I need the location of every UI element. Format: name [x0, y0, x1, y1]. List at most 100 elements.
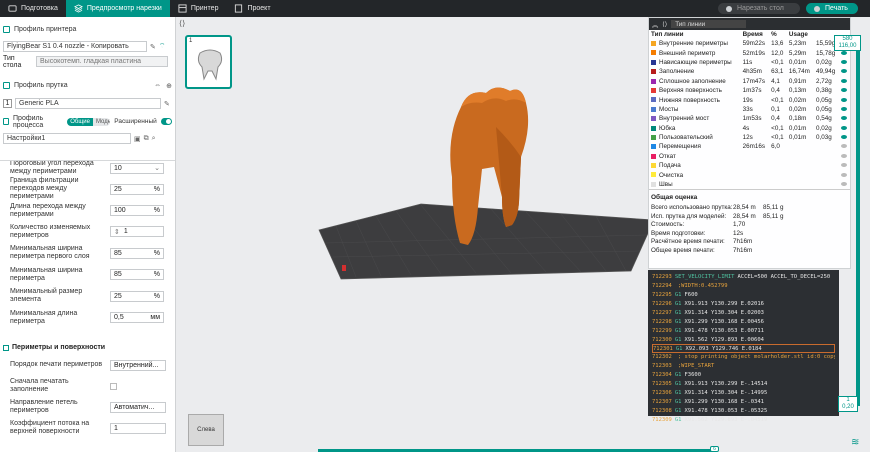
tab-preview[interactable]: Предпросмотр нарезки: [65, 0, 170, 17]
view-type-select[interactable]: Тип линии: [671, 20, 747, 28]
layer-bottom-label[interactable]: 1 0,20: [838, 396, 858, 412]
visibility-eye-icon[interactable]: [841, 69, 848, 74]
line-type-time: [741, 161, 770, 170]
top-flow-input[interactable]: 1: [110, 422, 166, 434]
visibility-eye-icon[interactable]: [841, 182, 848, 187]
line-type-row[interactable]: Очистка: [649, 170, 850, 179]
line-type-row[interactable]: Пользовательский 12s <0,1 0,01m 0,03g: [649, 133, 850, 142]
view-cube[interactable]: Слева: [188, 414, 224, 446]
visibility-eye-icon[interactable]: [841, 50, 848, 55]
slice-plate-button[interactable]: Нарезать стол: [718, 3, 800, 14]
line-type-row[interactable]: Швы: [649, 180, 850, 189]
visibility-eye-icon[interactable]: [841, 172, 848, 177]
wall-direction-select[interactable]: Автоматич...: [110, 401, 166, 413]
scope-objects[interactable]: Модели: [92, 117, 111, 126]
advanced-toggle[interactable]: [160, 118, 172, 125]
summary-row: Исп. прутка для моделей: 28,54 m 85,11 g: [649, 212, 850, 221]
param-stepper[interactable]: ⇕ 1: [110, 226, 164, 237]
stepper-icon[interactable]: ⇕: [114, 228, 120, 236]
gcode-line-number: 712299: [652, 327, 672, 334]
summary-value: 12s: [733, 229, 744, 237]
scope-general[interactable]: Общие: [67, 117, 93, 126]
param-input[interactable]: 10 ⌄: [110, 162, 164, 174]
tab-prepare[interactable]: Подготовка: [0, 0, 66, 17]
line-type-row[interactable]: Заполнение 4h35m 63,1 16,74m 49,94g: [649, 67, 850, 76]
line-type-row[interactable]: Откат: [649, 152, 850, 161]
param-input[interactable]: 0,5 мм: [110, 312, 164, 323]
visibility-eye-icon[interactable]: [841, 78, 848, 83]
color-swatch: [651, 116, 656, 122]
gcode-line: 712295 G1 F600: [652, 291, 835, 300]
line-type-name: Нависающие периметры: [649, 58, 741, 67]
line-type-row[interactable]: Юбка 4s <0,1 0,01m 0,02g: [649, 124, 850, 133]
visibility-eye-icon[interactable]: [841, 153, 848, 158]
line-type-row[interactable]: Перемещения 26m16s 6,0: [649, 142, 850, 151]
advanced-label: Расширенный: [114, 118, 157, 125]
visibility-eye-icon[interactable]: [841, 144, 848, 149]
visibility-eye-icon[interactable]: [841, 97, 848, 102]
param-input[interactable]: 85%: [110, 269, 164, 280]
filament-settings-icon[interactable]: ⇔: [154, 82, 161, 90]
move-slider-thumb[interactable]: 6: [710, 446, 719, 452]
preview-icon: [73, 4, 83, 13]
gcode-args: X91.562 Y129.893 E-.04519: [684, 416, 768, 423]
save-preset-icon[interactable]: ▣: [134, 135, 141, 143]
param-input[interactable]: 85%: [110, 247, 164, 259]
gcode-line-number: 712297: [652, 310, 672, 316]
bed-type-select[interactable]: Высокотемп. гладкая пластина: [36, 56, 168, 67]
line-type-weight: [814, 170, 839, 179]
visibility-eye-icon[interactable]: [841, 163, 848, 168]
line-type-row[interactable]: Нависающие периметры 11s <0,1 0,01m 0,02g: [649, 58, 850, 67]
printer-select[interactable]: FlyingBear S1 0.4 nozzle - Копировать: [3, 41, 147, 52]
layer-top-label[interactable]: 580 116,00: [834, 35, 861, 51]
visibility-eye-icon[interactable]: [841, 125, 848, 130]
add-filament-icon[interactable]: ⊕: [166, 82, 172, 90]
param-unit: %: [153, 207, 160, 214]
tab-preview-label: Предпросмотр нарезки: [86, 5, 162, 12]
wall-order-select[interactable]: Внутренний...: [110, 359, 166, 371]
layer-slider[interactable]: [856, 49, 860, 406]
visibility-eye-icon[interactable]: [841, 116, 848, 121]
perimeters-section-header: Периметры и поверхности: [0, 341, 175, 354]
visibility-eye-icon[interactable]: [841, 59, 848, 64]
print-label: Печать: [825, 5, 848, 12]
collapse-legend-icon[interactable]: ︽: [652, 20, 658, 29]
param-input[interactable]: 100%: [110, 205, 164, 216]
edit-printer-icon[interactable]: ✎: [150, 43, 156, 51]
visibility-eye-icon[interactable]: [841, 106, 848, 111]
visibility-eye-icon[interactable]: [841, 88, 848, 93]
infill-first-checkbox[interactable]: [110, 382, 117, 390]
code-view-icon[interactable]: ⟨⟩: [662, 21, 667, 28]
visibility-eye-icon[interactable]: [841, 135, 848, 140]
line-type-row[interactable]: Внутренний мост 1m53s 0,4 0,18m 0,54g: [649, 114, 850, 123]
param-input[interactable]: 25%: [110, 183, 164, 195]
gcode-command: G1: [674, 372, 682, 379]
line-type-row[interactable]: Сплошное заполнение 17m47s 4,1 0,91m 2,72g: [649, 77, 850, 86]
filament-select[interactable]: Generic PLA: [15, 98, 161, 109]
line-type-row[interactable]: Мосты 33s 0,1 0,02m 0,05g: [649, 105, 850, 114]
filament-title: Профиль прутка: [14, 82, 68, 89]
compare-icon[interactable]: ⧉: [144, 135, 149, 143]
line-type-row[interactable]: Верхняя поверхность 1m37s 0,4 0,13m 0,38g: [649, 86, 850, 95]
layers-icon[interactable]: ≋: [851, 437, 859, 448]
summary-value: 1,70: [733, 221, 746, 229]
line-type-row[interactable]: Нижняя поверхность 19s <0,1 0,02m 0,05g: [649, 95, 850, 104]
line-type-row[interactable]: Внутренние периметры 59m22s 13,6 5,23m 15,59…: [649, 39, 850, 48]
tab-project[interactable]: Проект: [226, 0, 278, 17]
line-type-name: Откат: [649, 152, 741, 161]
filament-select-value: Generic PLA: [19, 100, 59, 107]
line-type-row[interactable]: Внешний периметр 52m19s 12,0 5,29m 15,78g: [649, 48, 850, 57]
wifi-icon[interactable]: ⌔: [159, 42, 166, 51]
edit-filament-icon[interactable]: ✎: [164, 100, 170, 108]
search-icon[interactable]: ⌕: [152, 135, 156, 143]
print-button[interactable]: Печать: [806, 3, 858, 14]
param-label: Минимальная длина периметра: [10, 309, 78, 325]
param-input[interactable]: 25%: [110, 290, 164, 302]
param-unit: %: [153, 185, 160, 193]
process-scope-switch[interactable]: Общие Модели: [67, 117, 111, 126]
line-type-row[interactable]: Подача: [649, 161, 850, 170]
process-preset-select[interactable]: Настройки1: [3, 133, 131, 144]
tab-printer[interactable]: Принтер: [170, 0, 227, 17]
line-type-name: Перемещения: [649, 142, 741, 151]
line-type-weight: 0,05g: [815, 96, 832, 104]
